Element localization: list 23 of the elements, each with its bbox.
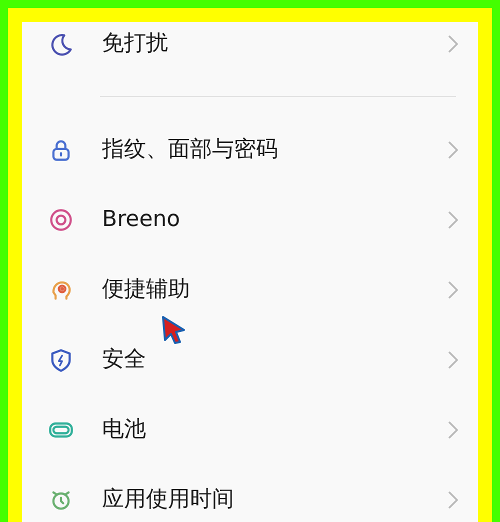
settings-item[interactable]: 安全 (22, 325, 478, 395)
settings-item[interactable]: 电池 (22, 395, 478, 465)
chevron-icon (448, 281, 458, 299)
settings-item[interactable]: 指纹、面部与密码 (22, 115, 478, 185)
item-label: 安全 (102, 347, 147, 373)
chevron-icon (448, 491, 458, 509)
item-label: Breeno (102, 207, 182, 233)
settings-item[interactable]: 应用使用时间 (22, 465, 478, 522)
cursor-icon (162, 316, 186, 344)
settings-item[interactable]: Breeno (22, 185, 478, 255)
chevron-icon (448, 351, 458, 369)
item-label: 电池 (102, 417, 147, 443)
settings-item[interactable]: 免打扰 (22, 22, 478, 79)
settings-item[interactable]: 便捷辅助 (22, 255, 478, 325)
item-label: 便捷辅助 (102, 277, 191, 303)
target-icon (48, 207, 74, 233)
chevron-icon (448, 35, 458, 53)
item-label: 免打扰 (102, 31, 169, 57)
item-label: 应用使用时间 (102, 487, 235, 513)
chevron-icon (448, 141, 458, 159)
chevron-icon (448, 211, 458, 229)
chevron-icon (448, 421, 458, 439)
item-label: 指纹、面部与密码 (102, 137, 279, 163)
